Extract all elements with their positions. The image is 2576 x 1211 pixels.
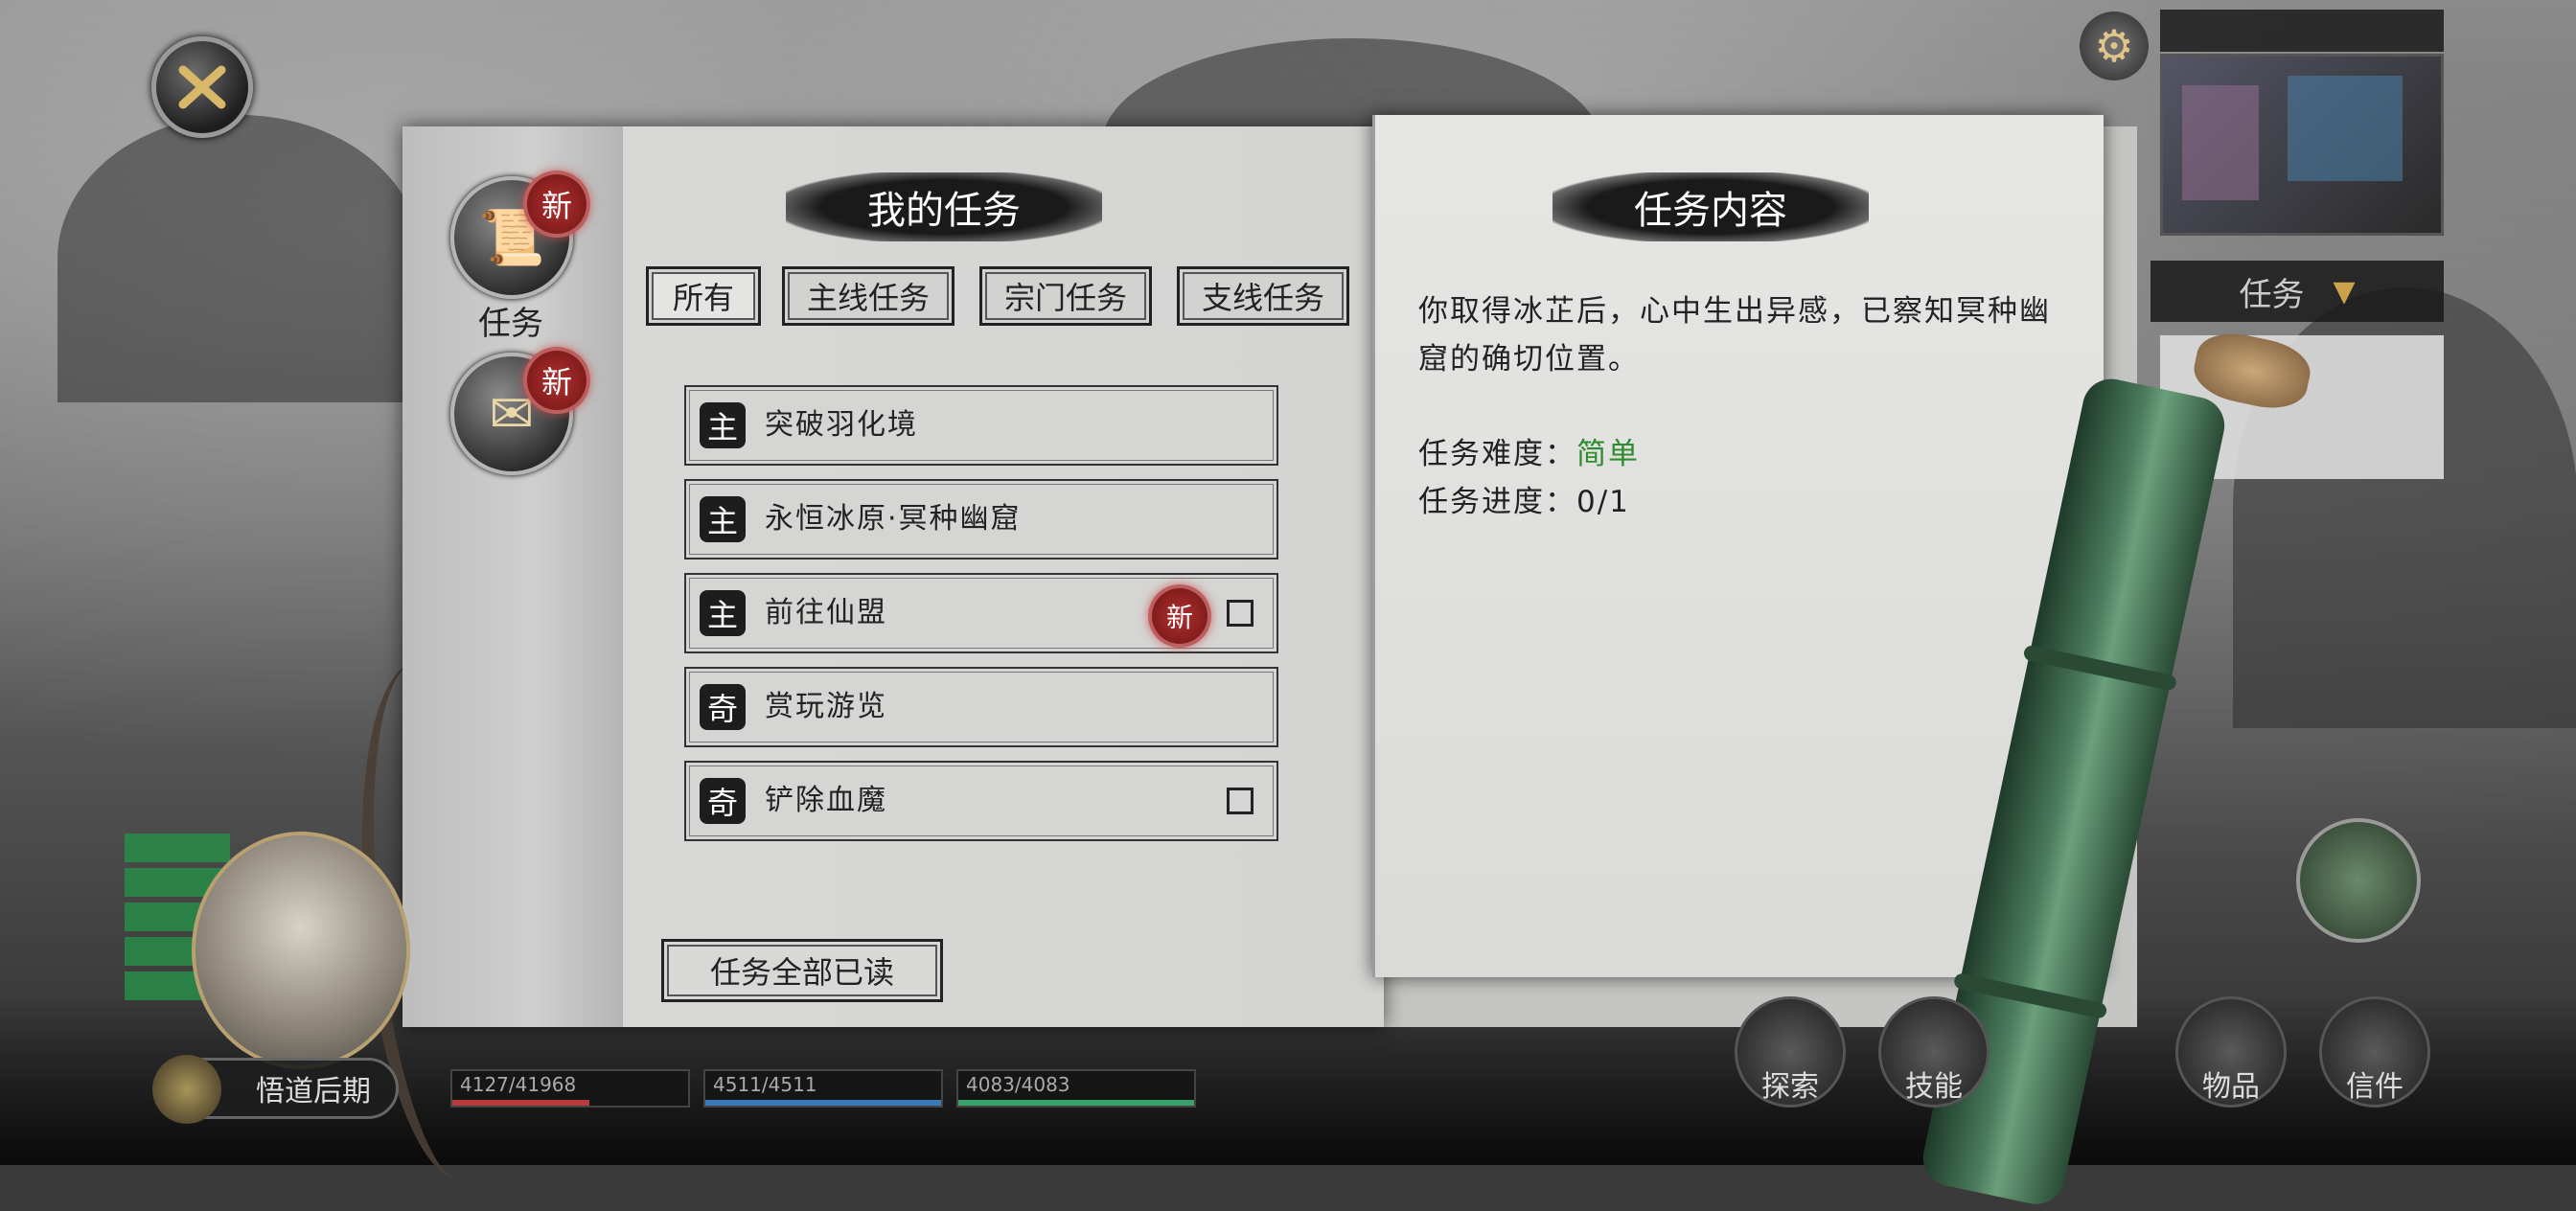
new-badge: 新 [1148, 584, 1211, 648]
quest-row[interactable]: 奇 铲除血魔 [684, 761, 1278, 841]
buff-item[interactable] [125, 834, 230, 862]
difficulty-value: 简单 [1576, 437, 1640, 471]
quest-description: 你取得冰芷后，心中生出异感，已察知冥种幽窟的确切位置。 [1418, 294, 2051, 377]
hp-fill [452, 1100, 589, 1106]
sp-bar: 4083/4083 [956, 1069, 1196, 1108]
filter-sect[interactable]: 宗门任务 [979, 266, 1152, 326]
difficulty-label: 任务难度： [1418, 437, 1576, 471]
quest-type-badge: 奇 [700, 684, 746, 730]
new-badge: 新 [523, 171, 590, 238]
dropdown-label: 任务 [2239, 275, 2305, 314]
quest-name: 赏玩游览 [765, 690, 887, 723]
skills-label: 技能 [1905, 1070, 1963, 1104]
companion-avatar[interactable] [2296, 818, 2421, 943]
mini-view-figure [2182, 85, 2259, 200]
gear-icon: ⚙ [2094, 20, 2134, 72]
bamboo-ring [1952, 971, 2108, 1020]
mp-fill [705, 1100, 941, 1106]
close-icon [178, 65, 226, 109]
bamboo-ring [2022, 644, 2178, 692]
quest-row[interactable]: 奇 赏玩游览 [684, 667, 1278, 747]
settings-button[interactable]: ⚙ [2080, 11, 2149, 80]
items-button[interactable]: 物品 [2175, 996, 2287, 1108]
quest-dropdown[interactable]: 任务 ▼ [2150, 261, 2444, 322]
sp-fill [958, 1100, 1194, 1106]
explore-label: 探索 [1761, 1070, 1819, 1104]
items-label: 物品 [2202, 1070, 2260, 1104]
skills-button[interactable]: 技能 [1878, 996, 1990, 1108]
filter-all[interactable]: 所有 [646, 266, 761, 326]
realm-icon [152, 1055, 221, 1124]
quest-checkbox[interactable] [1227, 600, 1254, 627]
top-info-bar [2160, 10, 2444, 52]
realm-label: 悟道后期 [256, 1075, 371, 1108]
sp-value: 4083/4083 [966, 1073, 1070, 1096]
progress-value: 0/1 [1576, 485, 1630, 519]
tab-quests-label: 任务 [478, 305, 543, 343]
hp-bar: 4127/41968 [450, 1069, 690, 1108]
quest-name: 永恒冰原·冥种幽窟 [765, 502, 1022, 536]
quest-type-badge: 主 [700, 590, 746, 636]
explore-button[interactable]: 探索 [1735, 996, 1846, 1108]
quest-type-badge: 奇 [700, 778, 746, 824]
mini-view-figure [2288, 76, 2403, 181]
hp-value: 4127/41968 [460, 1073, 577, 1096]
mark-all-read-button[interactable]: 任务全部已读 [661, 939, 943, 1002]
letters-label: 信件 [2346, 1070, 2404, 1104]
mp-value: 4511/4511 [713, 1073, 817, 1096]
progress-label: 任务进度： [1418, 485, 1576, 519]
letters-button[interactable]: 信件 [2319, 996, 2430, 1108]
quest-row[interactable]: 主 突破羽化境 [684, 385, 1278, 466]
quest-difficulty: 任务难度：简单 [1418, 429, 1640, 472]
mountain-silhouette [58, 115, 422, 402]
quest-type-badge: 主 [700, 402, 746, 448]
quest-type-badge: 主 [700, 496, 746, 542]
quest-name: 突破羽化境 [765, 408, 918, 442]
close-button[interactable] [151, 36, 253, 138]
quest-name: 前往仙盟 [765, 596, 887, 629]
page-title: 我的任务 [786, 172, 1102, 241]
quest-checkbox[interactable] [1227, 788, 1254, 814]
mp-bar: 4511/4511 [703, 1069, 943, 1108]
chevron-down-icon: ▼ [2333, 274, 2356, 308]
filter-side[interactable]: 支线任务 [1177, 266, 1349, 326]
quest-row[interactable]: 主 前往仙盟 新 [684, 573, 1278, 653]
mini-view[interactable] [2160, 54, 2444, 236]
detail-title: 任务内容 [1552, 172, 1869, 241]
stat-bars: 4127/41968 4511/4511 4083/4083 [450, 1069, 1196, 1108]
quest-progress: 任务进度：0/1 [1418, 477, 1630, 520]
avatar[interactable] [192, 832, 410, 1069]
filter-main[interactable]: 主线任务 [782, 266, 954, 326]
new-badge: 新 [523, 347, 590, 414]
quest-row[interactable]: 主 永恒冰原·冥种幽窟 [684, 479, 1278, 560]
realm-badge[interactable]: 悟道后期 [152, 1055, 399, 1124]
quest-name: 铲除血魔 [765, 784, 887, 817]
